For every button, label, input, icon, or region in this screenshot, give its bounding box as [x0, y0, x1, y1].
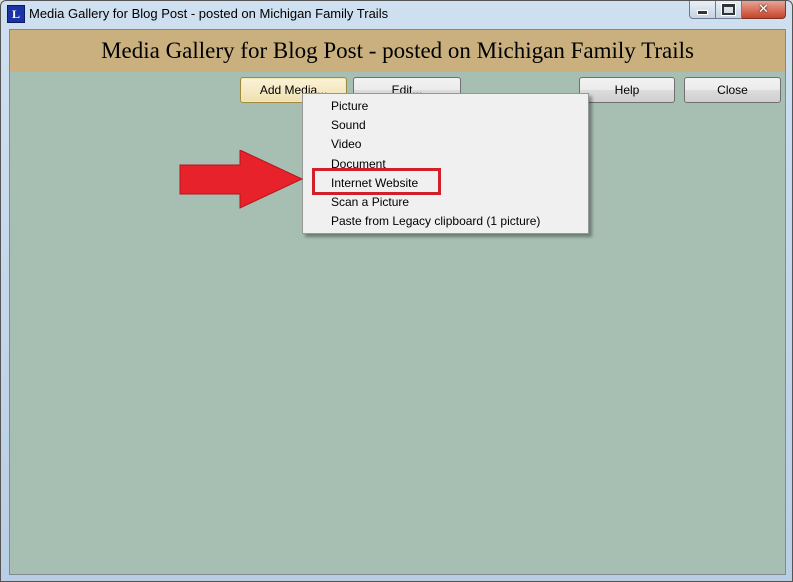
add-media-menu: Picture Sound Video Document Internet We… — [302, 93, 589, 234]
title-bar[interactable]: L Media Gallery for Blog Post - posted o… — [1, 1, 792, 27]
menu-item-paste-from-clipboard[interactable]: Paste from Legacy clipboard (1 picture) — [331, 212, 540, 231]
app-window: L Media Gallery for Blog Post - posted o… — [0, 0, 793, 582]
callout-highlight-box — [312, 168, 441, 195]
close-label: Close — [717, 83, 748, 97]
maximize-icon — [722, 4, 735, 15]
app-icon-letter: L — [11, 7, 20, 21]
menu-item-picture[interactable]: Picture — [331, 97, 368, 116]
caption-buttons: ✕ — [689, 1, 786, 20]
menu-item-scan-a-picture[interactable]: Scan a Picture — [331, 193, 409, 212]
window-title: Media Gallery for Blog Post - posted on … — [29, 6, 389, 21]
legacy-app-icon[interactable]: L — [7, 5, 25, 23]
window-close-button[interactable]: ✕ — [742, 1, 786, 19]
help-button[interactable]: Help — [579, 77, 675, 103]
close-icon: ✕ — [758, 2, 769, 17]
menu-item-video[interactable]: Video — [331, 135, 361, 154]
menu-item-sound[interactable]: Sound — [331, 116, 366, 135]
minimize-icon — [697, 10, 708, 15]
minimize-button[interactable] — [689, 1, 716, 19]
help-label: Help — [614, 83, 640, 97]
close-button[interactable]: Close — [684, 77, 781, 103]
page-title: Media Gallery for Blog Post - posted on … — [101, 38, 694, 63]
maximize-button[interactable] — [716, 1, 742, 19]
red-arrow-icon — [179, 150, 304, 209]
